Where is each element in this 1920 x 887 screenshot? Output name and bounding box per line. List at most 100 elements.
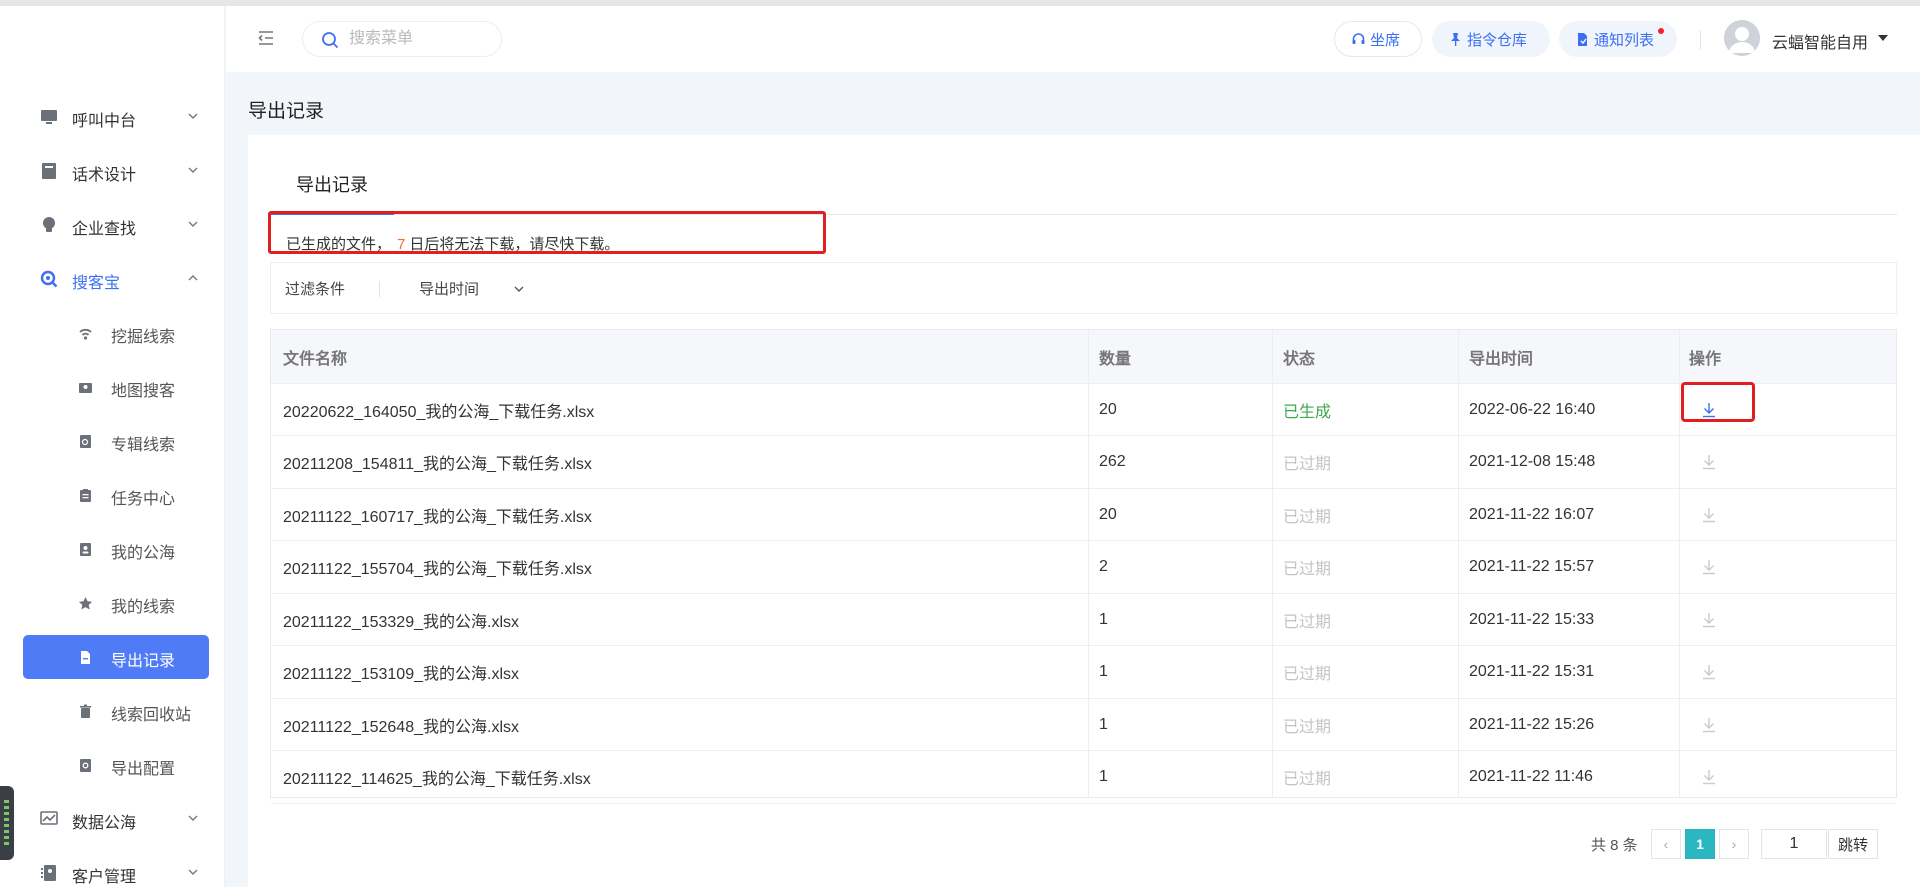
headset-icon [1351,32,1366,47]
annotation-box-download [1681,382,1755,422]
sidebar-item-soukebao[interactable]: 搜客宝 [0,252,225,306]
pagination-page-1[interactable]: 1 [1685,829,1715,859]
annotation-box-notice [268,211,826,254]
trash-icon [78,704,93,719]
export-time-cell: 2021-11-22 15:57 [1469,558,1595,575]
table-row: 20211208_154811_我的公海_下载任务.xlsx 262 已过期 2021… [271,437,1896,489]
column-divider [1458,330,1459,797]
signal-icon [78,326,93,341]
export-time-cell: 2021-11-22 11:46 [1469,768,1593,785]
content-card: 导出记录 已生成的文件， 7 日后将无法下载，请尽快下载。 过滤条件 导出时间 文件… [248,135,1920,887]
table-row: 20211122_155704_我的公海_下载任务.xlsx 2 已过期 2021-1… [271,542,1896,594]
notification-list-button[interactable]: 通知列表 [1559,21,1677,57]
notification-doc-icon [1575,32,1590,47]
sidebar-subitem-task-center[interactable]: 任务中心 [0,468,225,522]
chevron-up-icon [187,272,199,284]
download-icon [1701,507,1717,523]
filter-divider [379,281,380,297]
notify-label: 通知列表 [1594,31,1655,49]
pagination-prev-button[interactable]: ‹ [1651,829,1681,859]
book-icon [40,162,58,180]
sidebar-subitem-recycle-bin[interactable]: 线索回收站 [0,684,225,738]
sidebar-subitem-export-records[interactable]: 导出记录 [0,630,225,684]
download-icon [1701,769,1717,785]
page-jump-button[interactable]: 跳转 [1828,829,1878,859]
sidebar-subitem-label: 导出记录 [111,653,176,670]
file-name-cell: 20211122_152648_我的公海.xlsx [283,718,520,736]
command-repository-button[interactable]: 指令仓库 [1432,21,1550,57]
command-label: 指令仓库 [1467,31,1528,49]
sidebar-item-data-pool[interactable]: 数据公海 [0,792,225,846]
export-time-cell: 2022-06-22 16:40 [1469,400,1596,418]
column-divider [1679,330,1680,797]
seat-button[interactable]: 坐席 [1334,21,1422,57]
sidebar-subitem-label: 专辑线索 [111,437,176,454]
export-time-cell: 2021-11-22 15:31 [1469,663,1595,680]
file-name-cell: 20211122_153329_我的公海.xlsx [283,613,520,631]
tab-export-records[interactable]: 导出记录 [296,171,368,197]
status-cell: 已生成 [1283,403,1332,421]
sidebar-item-customer-management[interactable]: 客户管理 [0,846,225,887]
status-cell: 已过期 [1283,771,1332,788]
status-cell: 已过期 [1283,718,1332,736]
sidebar-subitem-map-search[interactable]: 地图搜客 [0,360,225,414]
actions-cell [1689,489,1809,540]
download-icon [1701,612,1717,628]
export-time-filter[interactable]: 导出时间 [419,278,479,299]
chevron-down-icon[interactable] [513,283,525,295]
page-jump-input[interactable] [1761,829,1827,859]
count-cell: 1 [1099,715,1108,733]
actions-cell [1689,647,1809,698]
sidebar-subitem-album-leads[interactable]: 专辑线索 [0,414,225,468]
sidebar-subitem-my-pool[interactable]: 我的公海 [0,522,225,576]
export-time-cell: 2021-11-22 15:26 [1469,715,1595,733]
column-header-actions: 操作 [1689,350,1722,368]
count-cell: 1 [1099,768,1108,785]
column-header-status: 状态 [1283,350,1316,368]
menu-search-box[interactable] [302,21,502,57]
count-cell: 2 [1099,558,1108,575]
actions-cell [1689,437,1809,488]
sidebar-item-company-search[interactable]: 企业查找 [0,198,225,252]
sidebar-subitem-label: 我的线索 [111,599,176,616]
sidebar-subitem-export-config[interactable]: 导出配置 [0,738,225,792]
chart-icon [40,810,58,828]
count-cell: 262 [1099,453,1126,470]
sidebar-subitem-label: 挖掘线索 [111,329,176,346]
avatar[interactable] [1724,20,1760,56]
search-input[interactable] [349,28,489,50]
export-records-table: 文件名称 数量 状态 导出时间 操作 20220622_164050_我的公海_… [270,329,1897,804]
table-row: 20211122_114625_我的公海_下载任务.xlsx 1 已过期 2021-1… [271,752,1896,804]
sidebar-subitem-my-leads[interactable]: 我的线索 [0,576,225,630]
side-widget-handle[interactable] [0,786,14,860]
sidebar-subitem-mine-leads[interactable]: 挖掘线索 [0,306,225,360]
chevron-down-icon [187,218,199,230]
map-pin-icon [78,380,93,395]
actions-cell [1689,594,1809,645]
pagination-next-button[interactable]: › [1719,829,1749,859]
sidebar-item-label: 企业查找 [72,221,137,238]
sidebar-item-script-design[interactable]: 话术设计 [0,144,225,198]
filter-label: 过滤条件 [285,281,346,298]
user-name[interactable]: 云蝠智能自用 [1772,29,1868,53]
file-name-cell: 20220622_164050_我的公海_下载任务.xlsx [283,403,595,421]
config-icon [78,758,93,773]
chevron-down-icon [187,866,199,878]
actions-cell [1689,699,1809,750]
export-time-cell: 2021-12-08 15:48 [1469,453,1596,470]
chevron-down-icon [187,110,199,122]
table-row: 20211122_153109_我的公海.xlsx 1 已过期 2021-11-22 … [271,647,1896,699]
export-time-cell: 2021-11-22 15:33 [1469,610,1595,628]
sidebar-menu: 呼叫中台 话术设计 企业查找 搜客宝 挖掘线索 地图搜客 专辑线索 任务中心 我… [0,90,225,887]
caret-down-icon[interactable] [1878,35,1888,41]
sidebar-item-label: 数据公海 [72,815,137,832]
file-name-cell: 20211122_160717_我的公海_下载任务.xlsx [283,508,592,526]
page-title: 导出记录 [248,101,325,122]
actions-cell [1689,752,1809,803]
level-meter-icon [4,800,9,846]
collapse-menu-icon[interactable] [256,28,276,48]
column-header-export-time: 导出时间 [1469,350,1534,368]
column-divider [1088,330,1089,797]
table-row: 20211122_160717_我的公海_下载任务.xlsx 20 已过期 2021-… [271,489,1896,541]
sidebar-item-call-center[interactable]: 呼叫中台 [0,90,225,144]
